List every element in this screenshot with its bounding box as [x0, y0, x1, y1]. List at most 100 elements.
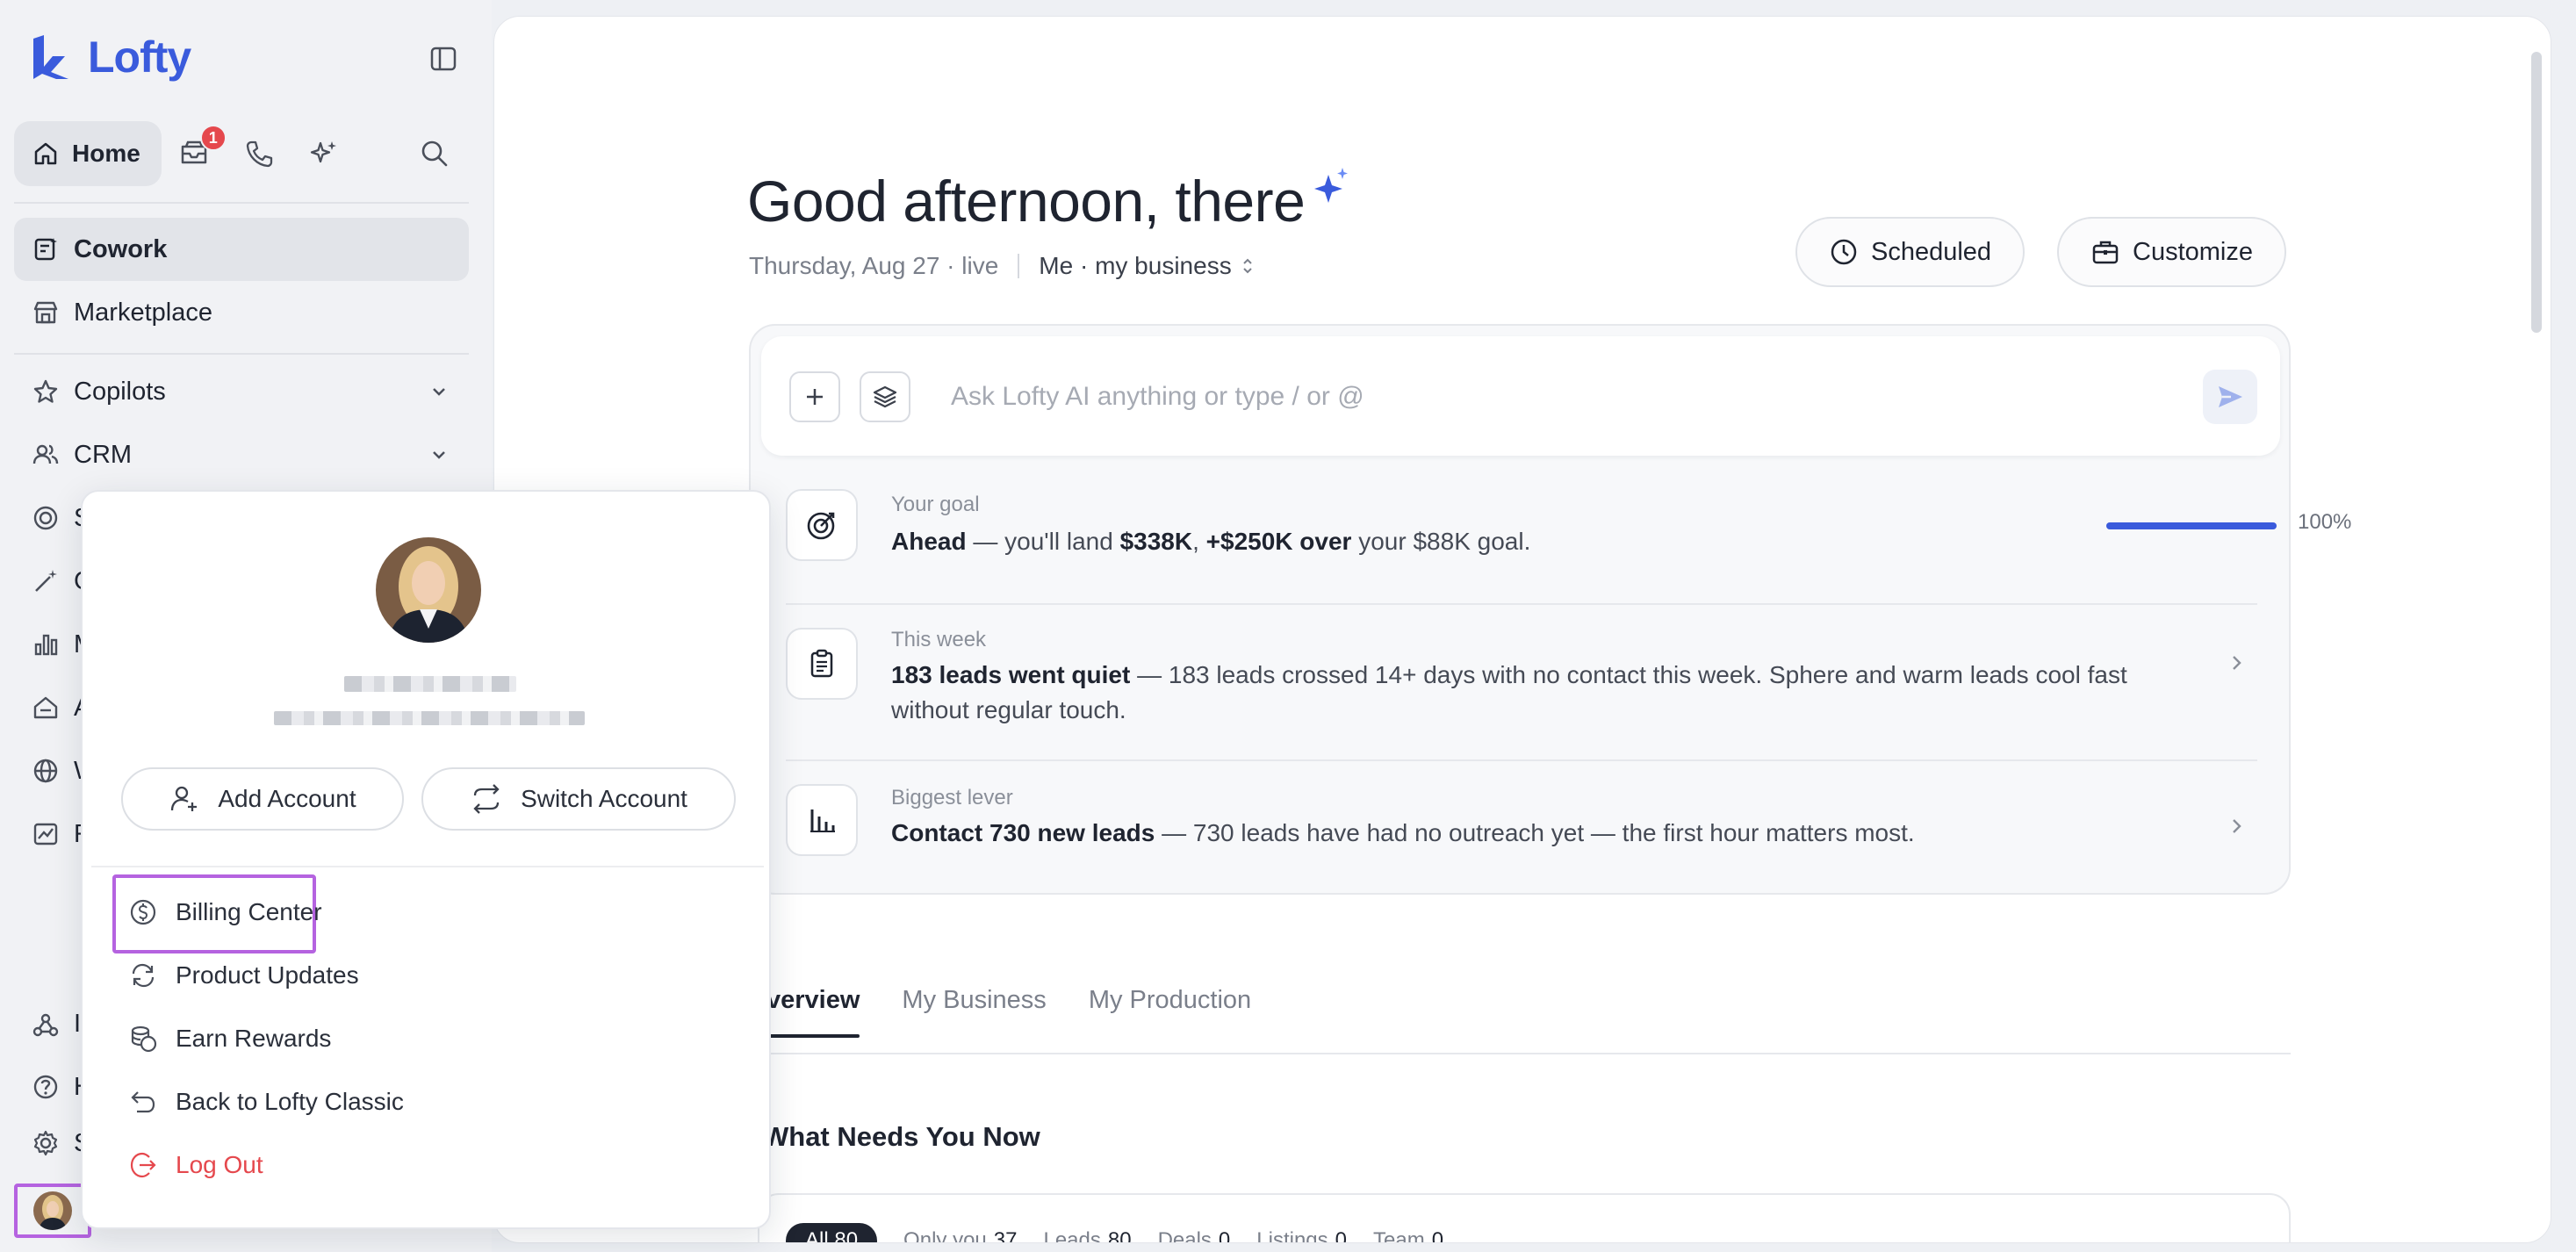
menu-item-label: Earn Rewards	[176, 1025, 332, 1052]
customize-button[interactable]: Customize	[2057, 217, 2286, 287]
switch-account-button[interactable]: Switch Account	[421, 767, 736, 831]
filter-deals[interactable]: Deals 0	[1158, 1228, 1231, 1242]
briefcase-icon	[2092, 241, 2119, 264]
scope-selector[interactable]: Me · my business	[1039, 252, 1254, 280]
phone-button[interactable]	[227, 121, 291, 186]
coins-icon	[131, 1025, 157, 1053]
logout-icon	[130, 1152, 156, 1178]
user-photo-icon	[33, 1191, 72, 1230]
target-icon	[33, 506, 58, 530]
scrollbar[interactable]	[2531, 52, 2542, 333]
gear-icon	[33, 1130, 58, 1156]
menu-billing-center[interactable]: Billing Center	[128, 897, 322, 927]
back-arrow-icon	[131, 1091, 155, 1113]
profile-avatar-button[interactable]	[14, 1184, 91, 1238]
sidebar-item-label: Copilots	[74, 377, 166, 406]
menu-item-label: Log Out	[176, 1151, 263, 1178]
sidebar-item-cowork[interactable]: Cowork	[14, 218, 469, 281]
scheduled-button[interactable]: Scheduled	[1795, 217, 2026, 287]
redacted-email	[274, 711, 585, 725]
tab-my-business[interactable]: My Business	[902, 986, 1046, 1033]
search-button[interactable]	[413, 132, 457, 176]
collapse-sidebar-button[interactable]	[428, 44, 458, 74]
menu-log-out[interactable]: Log Out	[128, 1150, 263, 1180]
overview-tabs: verview My Business My Production	[766, 986, 1251, 1038]
inbox-button[interactable]: 1	[162, 121, 227, 186]
add-account-button[interactable]: Add Account	[121, 767, 404, 831]
scheduled-label: Scheduled	[1871, 237, 1992, 266]
sidebar-toggle-icon	[430, 47, 457, 71]
insight-divider	[786, 603, 2257, 605]
menu-back-to-classic[interactable]: Back to Lofty Classic	[128, 1087, 404, 1117]
send-button[interactable]	[2203, 370, 2257, 424]
star-icon	[33, 379, 58, 403]
bar-chart-icon	[810, 809, 835, 832]
tab-my-production[interactable]: My Production	[1089, 986, 1251, 1033]
goal-progress-bar	[2106, 522, 2277, 529]
filter-leads[interactable]: Leads 80	[1043, 1228, 1131, 1242]
bar-chart-icon	[34, 634, 58, 656]
sidebar-item-label: Cowork	[74, 234, 168, 263]
insight-this-week[interactable]: This week 183 leads went quiet — 183 lea…	[786, 610, 2257, 759]
sparkle-icon	[1314, 168, 1348, 203]
date-line: Thursday, Aug 27 · live	[749, 252, 999, 279]
menu-item-label: Back to Lofty Classic	[176, 1088, 404, 1115]
ai-button[interactable]	[291, 121, 356, 186]
filter-all[interactable]: All 80	[786, 1223, 878, 1242]
sidebar-item-marketplace[interactable]: Marketplace	[14, 281, 469, 344]
ask-ai-input-box[interactable]: Ask Lofty AI anything or type / or @	[761, 336, 2280, 456]
trend-chart-icon	[33, 823, 58, 845]
insight-label: Biggest lever	[891, 786, 1013, 809]
insight-text: Contact 730 new leads — 730 leads have h…	[891, 819, 1915, 846]
needs-filters: All 80 Only you 37 Leads 80 Deals 0 Listing…	[786, 1223, 1443, 1242]
brand-name: Lofty	[88, 32, 191, 82]
insight-text: Ahead — you'll land $338K, +$250K over y…	[891, 528, 1531, 555]
home-label: Home	[72, 140, 140, 167]
insight-text: 183 leads went quiet — 183 leads crossed…	[891, 661, 2127, 723]
sidebar-item-copilots[interactable]: Copilots	[14, 360, 469, 423]
filter-only-you[interactable]: Only you 37	[903, 1228, 1017, 1242]
user-photo-icon	[376, 537, 481, 643]
insight-divider	[786, 759, 2257, 761]
menu-earn-rewards[interactable]: Earn Rewards	[128, 1024, 331, 1054]
insight-biggest-lever[interactable]: Biggest lever Contact 730 new leads — 73…	[786, 766, 2257, 881]
globe-icon	[33, 759, 58, 783]
tab-overview[interactable]: verview	[766, 986, 860, 1038]
clock-icon	[1831, 239, 1857, 265]
help-icon	[33, 1075, 58, 1099]
ai-assistant-card: Ask Lofty AI anything or type / or @ You…	[749, 324, 2351, 895]
bar-chart-icon-box	[786, 784, 858, 856]
popup-divider	[91, 866, 764, 867]
plus-icon	[807, 389, 823, 405]
magic-wand-icon	[35, 570, 57, 592]
sidebar-item-crm[interactable]: CRM	[14, 423, 469, 486]
house-icon	[33, 696, 58, 719]
ask-ai-placeholder[interactable]: Ask Lofty AI anything or type / or @	[951, 382, 1364, 412]
chevron-down-icon	[433, 388, 445, 396]
target-icon	[807, 512, 835, 540]
redacted-name	[344, 676, 516, 692]
send-icon	[2219, 386, 2242, 407]
integrations-icon	[32, 1013, 59, 1037]
goal-progress-fill	[2106, 522, 2277, 529]
filter-listings[interactable]: Listings 0	[1256, 1228, 1347, 1242]
menu-product-updates[interactable]: Product Updates	[128, 961, 359, 990]
phone-icon	[246, 140, 272, 168]
layers-icon	[873, 385, 897, 408]
add-attachment-button[interactable]	[789, 371, 840, 422]
sidebar-item-label: CRM	[74, 440, 133, 469]
main-panel: Good afternoon, there Thursday, Aug 27 ·…	[493, 16, 2551, 1243]
filter-team[interactable]: Team 0	[1373, 1228, 1443, 1242]
profile-photo	[376, 537, 481, 643]
chevron-down-icon	[433, 451, 445, 459]
menu-item-label: Product Updates	[176, 961, 359, 989]
greeting-subline: Thursday, Aug 27 · live Me · my business	[749, 252, 1255, 280]
context-layers-button[interactable]	[860, 371, 910, 422]
sidebar-divider	[14, 202, 469, 204]
logo[interactable]: Lofty	[30, 32, 191, 83]
insight-label: Your goal	[891, 493, 980, 516]
people-icon	[32, 444, 59, 464]
inbox-badge: 1	[199, 125, 227, 151]
home-tab[interactable]: Home	[14, 121, 162, 186]
add-account-label: Add Account	[218, 785, 356, 812]
